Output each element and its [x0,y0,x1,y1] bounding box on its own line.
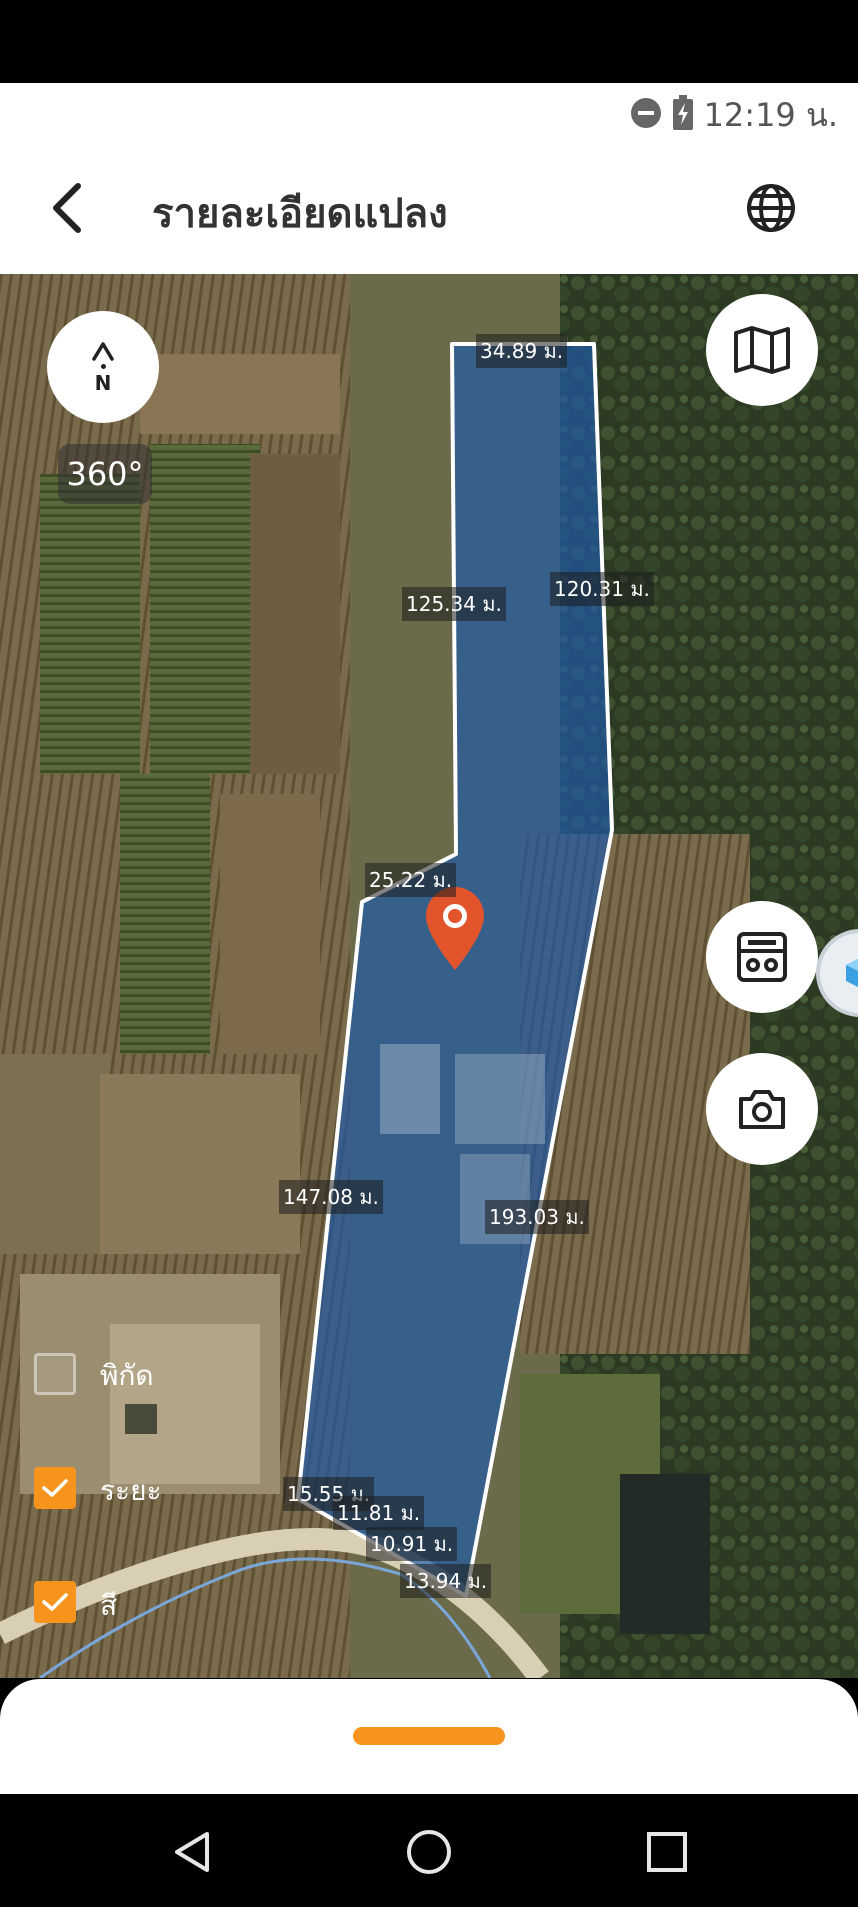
nav-back-button[interactable] [162,1822,222,1882]
rotation-badge[interactable]: 360° [58,444,152,504]
nav-recents-button[interactable] [637,1822,697,1882]
check-icon [42,1593,68,1611]
check-icon [42,1479,68,1497]
do-not-disturb-icon [630,97,662,133]
status-time: 12:19 น. [703,95,838,134]
layer-toggle-color[interactable] [34,1581,76,1623]
top-black-bar [0,0,858,83]
globe-icon [747,184,795,232]
measure-label-bottom-3: 10.91 ม. [366,1527,458,1561]
calculator-icon [737,932,787,982]
back-triangle-icon [175,1832,209,1872]
globe-button[interactable] [738,175,804,241]
compass-letter: N [94,370,112,395]
status-bar: 12:19 น. [0,83,858,145]
bottom-sheet[interactable] [0,1679,858,1794]
measure-label-left-upper: 125.34 ม. [402,587,506,621]
color-label: สี [100,1589,118,1622]
satellite-map[interactable]: 34.89 ม. 120.31 ม. 125.34 ม. 25.22 ม. 14… [0,274,858,1678]
layer-toggle-coordinates[interactable] [34,1353,76,1395]
color-checkbox[interactable] [34,1581,76,1623]
measure-label-notch: 25.22 ม. [365,863,457,897]
location-pin-icon[interactable] [422,884,488,972]
measure-label-top: 34.89 ม. [476,334,568,368]
calculator-button[interactable] [706,901,818,1013]
measure-label-bottom-4: 13.94 ม. [400,1564,492,1598]
compass-button[interactable]: N [47,311,159,423]
sheet-drag-handle[interactable] [353,1727,505,1745]
home-circle-icon [407,1830,451,1874]
camera-icon [739,1090,785,1129]
north-arrow-icon [92,341,114,361]
measure-label-left-lower: 147.08 ม. [279,1180,383,1214]
battery-charging-icon [672,95,694,135]
cube-icon [846,959,858,987]
status-right: 12:19 น. [630,93,838,137]
distance-checkbox[interactable] [34,1467,76,1509]
layer-toggle-distance[interactable] [34,1467,76,1509]
back-button[interactable] [38,175,98,241]
compass-dot [100,363,106,369]
measure-label-bottom-2: 11.81 ม. [333,1496,425,1530]
nav-home-button[interactable] [399,1822,459,1882]
coordinates-label: พิกัด [100,1359,154,1392]
camera-button[interactable] [706,1053,818,1165]
app-header: รายละเอียดแปลง [0,145,858,274]
map-icon [734,326,790,374]
chevron-left-icon [53,183,81,233]
map-type-button[interactable] [706,294,818,406]
coordinates-checkbox[interactable] [34,1353,76,1395]
measure-label-right-lower: 193.03 ม. [485,1200,589,1234]
measure-label-right-upper: 120.31 ม. [550,572,654,606]
distance-label: ระยะ [100,1474,162,1507]
recents-square-icon [647,1832,687,1872]
system-nav-bar [0,1794,858,1907]
page-title: รายละเอียดแปลง [152,191,448,237]
